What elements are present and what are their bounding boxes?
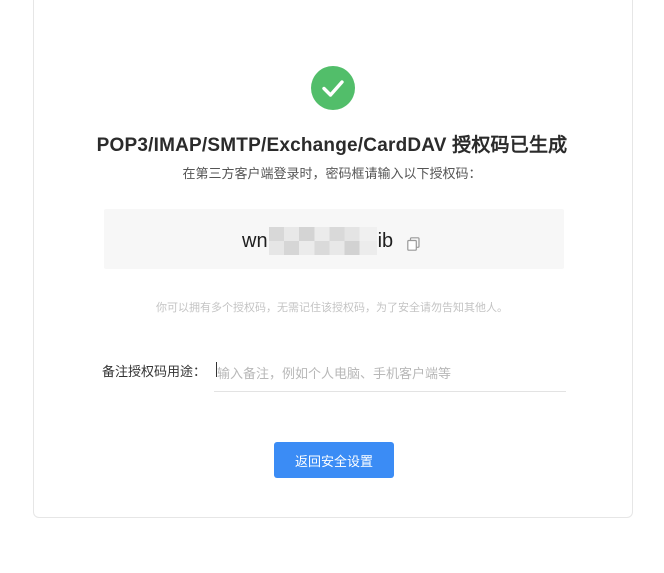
instruction-text: 在第三方客户端登录时，密码框请输入以下授权码： [182,166,482,181]
back-to-security-settings-button[interactable]: 返回安全设置 [274,442,394,478]
auth-code-masked [268,227,377,255]
auth-code-prefix: wn [242,229,268,252]
security-hint: 你可以拥有多个授权码，无需记住该授权码，为了安全请勿告知其他人。 [156,302,508,314]
note-input[interactable] [214,356,566,392]
auth-code-suffix: ib [377,229,394,252]
page-title: POP3/IMAP/SMTP/Exchange/CardDAV 授权码已生成 [96,135,568,156]
auth-code: wn ib [242,227,420,255]
text-caret [216,362,217,377]
copy-icon[interactable] [407,234,420,251]
check-circle-icon [311,66,355,110]
note-label: 备注授权码用途： [102,364,207,379]
